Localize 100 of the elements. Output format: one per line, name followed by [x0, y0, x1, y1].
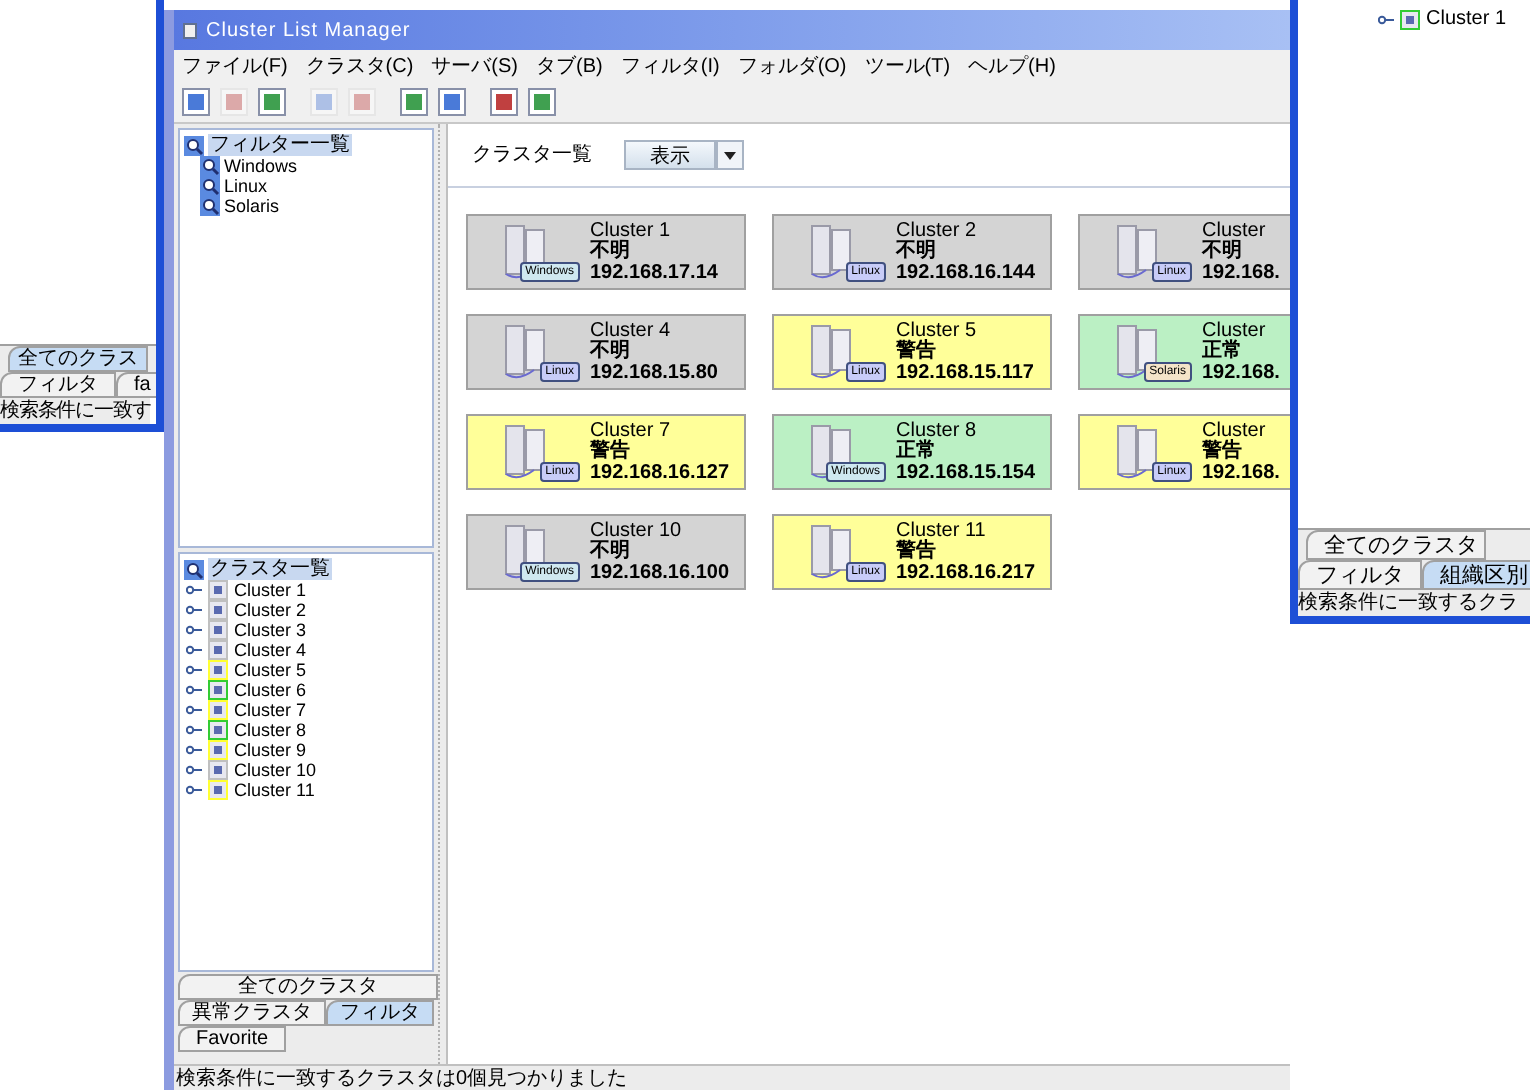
tree-item[interactable]: Cluster 2 [234, 600, 307, 620]
menu-item[interactable]: フィルタ(I) [620, 51, 720, 81]
toolbar-button[interactable] [258, 88, 286, 116]
expand-handle-icon[interactable] [186, 624, 202, 636]
cluster-status: 不明 [590, 241, 630, 261]
tree-item[interactable]: Cluster 8 [234, 720, 307, 740]
cluster-status: 正常 [896, 441, 936, 461]
cluster-status: 警告 [896, 341, 936, 361]
cluster-status: 正常 [1202, 341, 1242, 361]
cluster-ip: 192.168.15.154 [896, 461, 1036, 483]
status-bar: 検索条件に一致す [0, 398, 151, 424]
tree-item[interactable]: Linux [224, 176, 268, 196]
window-title: Cluster List Manager [206, 17, 411, 45]
toolbar-button[interactable] [400, 88, 428, 116]
cluster-status: 警告 [1202, 441, 1242, 461]
cluster-status: 不明 [590, 541, 630, 561]
expand-handle-icon[interactable] [1378, 13, 1394, 25]
tree-item[interactable]: クラスタ一覧 [208, 558, 332, 580]
menu-item[interactable]: タブ(B) [536, 51, 603, 81]
cluster-name: Cluster 1 [590, 221, 673, 241]
tree-item[interactable]: Solaris [224, 196, 280, 216]
expand-handle-icon[interactable] [186, 764, 202, 776]
search-icon [184, 135, 204, 155]
cluster-ip: 192.168.17.14 [590, 261, 718, 283]
tab[interactable]: 全てのクラス [8, 346, 148, 372]
tree-item[interactable]: Cluster 11 [234, 780, 315, 800]
tree-item[interactable]: Cluster 9 [234, 740, 307, 760]
tab[interactable]: 全てのクラスタ [178, 974, 438, 1000]
caret-icon [724, 151, 736, 159]
expand-handle-icon[interactable] [186, 664, 202, 676]
menu-item[interactable]: ヘルプ(H) [968, 51, 1056, 81]
tree-item[interactable]: Cluster 1 [234, 580, 307, 600]
menu-item[interactable]: フォルダ(O) [737, 51, 847, 81]
tab[interactable]: 全てのクラスタ [1306, 530, 1486, 560]
dropdown-button[interactable] [716, 140, 744, 170]
tab[interactable]: フィルタ [326, 1000, 434, 1026]
tree-item[interactable]: Cluster 5 [234, 660, 307, 680]
expand-handle-icon[interactable] [186, 584, 202, 596]
cluster-ip: 192.168.15.117 [896, 361, 1034, 383]
cluster-ip: 192.168. [1202, 461, 1280, 483]
cluster-ip: 192.168.16.100 [590, 561, 730, 583]
search-icon [200, 156, 220, 176]
menu-item[interactable]: クラスタ(C) [305, 51, 414, 81]
expand-handle-icon[interactable] [186, 784, 202, 796]
tree-item[interactable]: Cluster 10 [234, 760, 317, 780]
search-icon [184, 559, 204, 579]
cluster-name: Cluster 8 [896, 421, 979, 441]
tab[interactable]: 組織区別 [1422, 560, 1530, 590]
menu-item[interactable]: ツール(T) [864, 51, 951, 81]
cluster-status: 不明 [896, 241, 936, 261]
cluster-name: Cluster 2 [896, 221, 979, 241]
tree-item[interactable]: Cluster 6 [234, 680, 307, 700]
status-bar: 検索条件に一致するクラスタは0個見つかりました [174, 1064, 1290, 1090]
expand-handle-icon[interactable] [186, 604, 202, 616]
cluster-ip: 192.168.16.217 [896, 561, 1036, 583]
tree-item[interactable]: Cluster 1 [1426, 8, 1507, 30]
app-icon [182, 21, 198, 39]
tab[interactable]: フィルタ [0, 372, 116, 398]
status-bar: 検索条件に一致するクラ [1298, 590, 1530, 616]
cluster-status: 警告 [590, 441, 630, 461]
view-button[interactable]: 表示 [624, 140, 716, 170]
cluster-name: Cluster [1202, 321, 1268, 341]
toolbar-button[interactable] [528, 88, 556, 116]
cluster-name: Cluster 10 [590, 521, 684, 541]
cluster-name: Cluster [1202, 421, 1268, 441]
tree-item[interactable]: Cluster 7 [234, 700, 307, 720]
cluster-status: 警告 [896, 541, 936, 561]
cluster-ip: 192.168. [1202, 361, 1280, 383]
cluster-name: Cluster 4 [590, 321, 673, 341]
cluster-ip: 192.168.16.144 [896, 261, 1036, 283]
tree-item[interactable]: Cluster 3 [234, 620, 307, 640]
menu-item[interactable]: サーバ(S) [431, 51, 519, 81]
cluster-ip: 192.168.15.80 [590, 361, 718, 383]
toolbar-button[interactable] [182, 88, 210, 116]
cluster-name: Cluster [1202, 221, 1268, 241]
search-icon [200, 176, 220, 196]
tab[interactable]: fa [116, 372, 156, 398]
toolbar-button[interactable] [438, 88, 466, 116]
cluster-ip: 192.168.16.127 [590, 461, 730, 483]
cluster-name: Cluster 5 [896, 321, 979, 341]
cluster-status: 不明 [590, 341, 630, 361]
tree-item[interactable]: フィルター一覧 [208, 134, 352, 156]
cluster-name: Cluster 7 [590, 421, 673, 441]
cluster-status: 不明 [1202, 241, 1242, 261]
menu-item[interactable]: ファイル(F) [182, 51, 288, 81]
tab[interactable]: Favorite [178, 1026, 287, 1052]
expand-handle-icon[interactable] [186, 704, 202, 716]
search-icon [200, 196, 220, 216]
tree-item[interactable]: Cluster 4 [234, 640, 307, 660]
toolbar-button[interactable] [490, 88, 518, 116]
cluster-name: Cluster 11 [896, 521, 988, 541]
expand-handle-icon[interactable] [186, 684, 202, 696]
cluster-ip: 192.168. [1202, 261, 1280, 283]
expand-handle-icon[interactable] [186, 724, 202, 736]
expand-handle-icon[interactable] [186, 744, 202, 756]
expand-handle-icon[interactable] [186, 644, 202, 656]
tab[interactable]: 異常クラスタ [178, 1000, 326, 1026]
tree-item[interactable]: Windows [224, 156, 298, 176]
panel-title: クラスタ一覧 [472, 142, 592, 170]
tab[interactable]: フィルタ [1298, 560, 1422, 590]
